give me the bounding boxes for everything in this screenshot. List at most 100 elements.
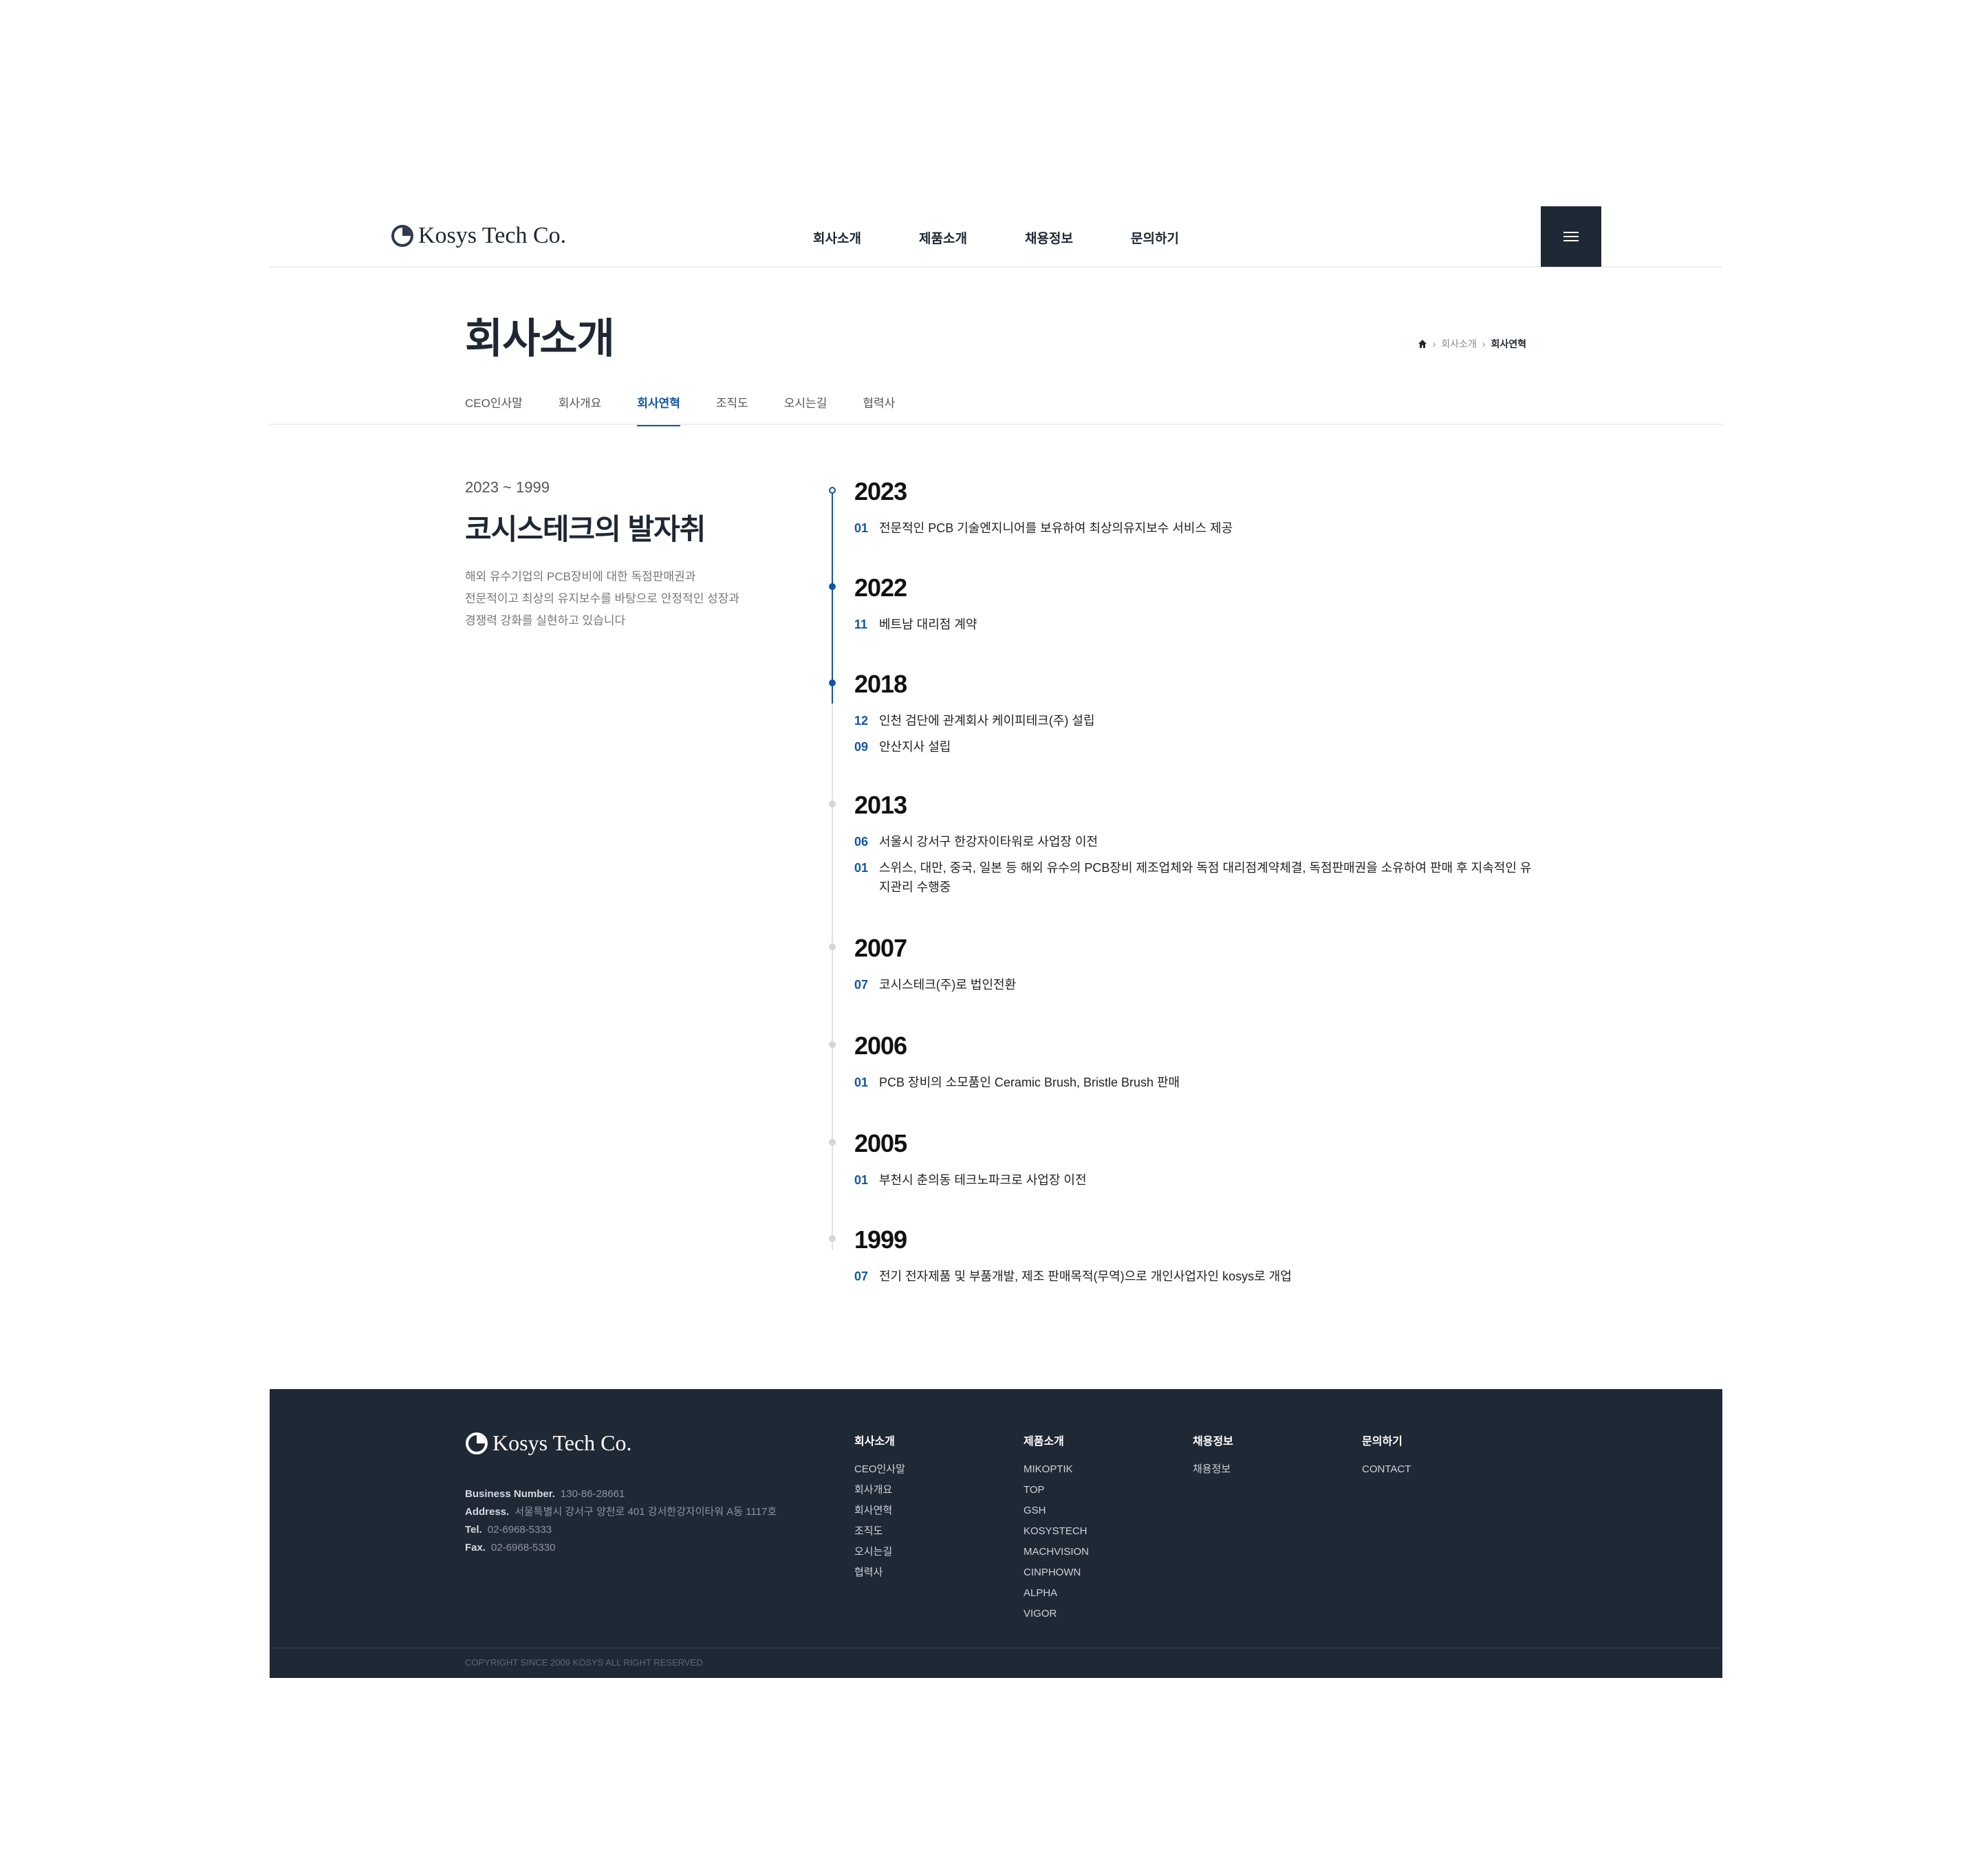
timeline-month: 06: [854, 835, 869, 849]
timeline-entries: 01 부천시 춘의동 테크노파크로 사업장 이전: [854, 1170, 1542, 1197]
address: 서울특별시 강서구 양천로 401 강서한강자이타워 A동 1117호: [515, 1506, 777, 1518]
footer-column-title: 제품소개: [1024, 1436, 1064, 1448]
timeline-entry: 11 베트남 대리점 계약: [854, 615, 1542, 634]
subnav-ceo[interactable]: CEO인사말: [465, 393, 523, 426]
timeline-dot-icon: [829, 1235, 836, 1242]
fax: 02-6968-5330: [491, 1542, 556, 1553]
logo-mark-icon: [391, 225, 413, 247]
logo-mark-icon: [466, 1432, 488, 1454]
chevron-right-icon: ›: [1432, 338, 1436, 349]
timeline-entries: 11 베트남 대리점 계약: [854, 615, 1542, 641]
nav-contact[interactable]: 문의하기: [1131, 228, 1237, 247]
timeline-month: 07: [854, 1269, 869, 1283]
company-info: Business Number. 130-86-28661 Address. 서울특…: [465, 1485, 777, 1557]
timeline-year: 2023: [854, 477, 907, 505]
footer-logo[interactable]: Kosys Tech Co.: [465, 1430, 632, 1456]
subnav-organization[interactable]: 조직도: [716, 393, 748, 426]
nav-recruit[interactable]: 채용정보: [1025, 228, 1131, 247]
footer-link[interactable]: 오시는길: [854, 1542, 905, 1562]
footer-link[interactable]: TOP: [1024, 1480, 1089, 1501]
breadcrumb-parent[interactable]: 회사소개: [1441, 337, 1477, 351]
timeline-year: 2022: [854, 574, 907, 602]
breadcrumb: › 회사소개 › 회사연혁: [1418, 337, 1526, 351]
footer-link[interactable]: 회사개요: [854, 1480, 905, 1501]
business-number: 130-86-28661: [560, 1488, 625, 1500]
footer-link[interactable]: 채용정보: [1193, 1459, 1233, 1480]
footer-column-products: 제품소개 MIKOPTIK TOP GSH KOSYSTECH MACHVISI…: [1024, 1432, 1089, 1624]
timeline-entry: 12 인천 검단에 관계회사 케이피테크(주) 설립: [854, 711, 1542, 730]
timeline-dot-icon: [829, 487, 836, 494]
timeline-entry: 01 전문적인 PCB 기술엔지니어를 보유하여 최상의유지보수 서비스 제공: [854, 519, 1542, 538]
footer-column-contact: 문의하기 CONTACT: [1362, 1432, 1411, 1480]
timeline-text: 인천 검단에 관계회사 케이피테크(주) 설립: [879, 714, 1095, 728]
timeline-month: 12: [854, 714, 869, 728]
nav-products[interactable]: 제품소개: [919, 228, 1025, 247]
footer-link[interactable]: VIGOR: [1024, 1604, 1089, 1624]
timeline-entry: 01 부천시 춘의동 테크노파크로 사업장 이전: [854, 1170, 1542, 1190]
footer-link[interactable]: MIKOPTIK: [1024, 1459, 1089, 1480]
timeline-year: 2005: [854, 1129, 907, 1157]
nav-company[interactable]: 회사소개: [813, 228, 919, 247]
timeline-year: 2018: [854, 670, 907, 698]
timeline-entry: 01 PCB 장비의 소모품인 Ceramic Brush, Bristle Br…: [854, 1073, 1542, 1092]
timeline-text: 서울시 강서구 한강자이타워로 사업장 이전: [879, 835, 1098, 849]
footer-link[interactable]: KOSYSTECH: [1024, 1521, 1089, 1542]
business-number-label: Business Number.: [465, 1488, 555, 1500]
page-frame: Kosys Tech Co. 회사소개 제품소개 채용정보 문의하기 회사소개 …: [270, 206, 1722, 1283]
timeline-month: 11: [854, 618, 868, 631]
timeline-entries: 12 인천 검단에 관계회사 케이피테크(주) 설립 09 안산지사 설립: [854, 711, 1542, 763]
logo[interactable]: Kosys Tech Co.: [391, 223, 566, 249]
timeline-month: 01: [854, 1173, 869, 1187]
timeline-text: 베트남 대리점 계약: [879, 618, 977, 631]
footer-link[interactable]: 조직도: [854, 1521, 905, 1542]
footer-column-title: 문의하기: [1362, 1436, 1403, 1448]
site-footer: Kosys Tech Co. Business Number. 130-86-28…: [270, 1389, 1722, 1678]
timeline-month: 01: [854, 521, 869, 535]
timeline-dot-icon: [829, 1041, 836, 1048]
subnav-partners[interactable]: 협력사: [863, 393, 895, 426]
history-description-line: 전문적이고 최상의 유지보수를 바탕으로 안정적인 성장과: [465, 592, 739, 605]
footer-column-recruit: 채용정보 채용정보: [1193, 1432, 1233, 1480]
footer-column-title: 회사소개: [854, 1436, 895, 1448]
history-title: 코시스테크의 발자취: [465, 513, 706, 545]
timeline-text: PCB 장비의 소모품인 Ceramic Brush, Bristle Brus…: [879, 1076, 1180, 1089]
sub-nav: CEO인사말 회사개요 회사연혁 조직도 오시는길 협력사: [465, 393, 931, 426]
timeline-dot-icon: [829, 1139, 836, 1146]
history-description-line: 경쟁력 강화를 실현하고 있습니다: [465, 614, 626, 627]
subnav-location[interactable]: 오시는길: [784, 393, 827, 426]
footer-link[interactable]: CINPHOWN: [1024, 1562, 1089, 1583]
timeline-entries: 07 코시스테크(주)로 법인전환: [854, 975, 1542, 1001]
footer-link[interactable]: MACHVISION: [1024, 1542, 1089, 1562]
timeline-entry: 07 코시스테크(주)로 법인전환: [854, 975, 1542, 994]
footer-column-company: 회사소개 CEO인사말 회사개요 회사연혁 조직도 오시는길 협력사: [854, 1432, 905, 1583]
subnav-history[interactable]: 회사연혁: [637, 393, 680, 426]
footer-logo-text: Kosys Tech Co.: [492, 1430, 632, 1455]
timeline-dot-icon: [829, 800, 836, 807]
timeline-text: 전기 전자제품 및 부품개발, 제조 판매목적(무역)으로 개인사업자인 kos…: [879, 1269, 1292, 1283]
fax-label: Fax.: [465, 1542, 486, 1553]
footer-link[interactable]: 협력사: [854, 1562, 905, 1583]
timeline-dot-icon: [829, 583, 836, 590]
footer-link[interactable]: GSH: [1024, 1501, 1089, 1521]
timeline-entries: 06 서울시 강서구 한강자이타워로 사업장 이전 01 스위스, 대만, 중국, 일…: [854, 832, 1542, 904]
timeline-dot-icon: [829, 944, 836, 950]
timeline-entries: 07 전기 전자제품 및 부품개발, 제조 판매목적(무역)으로 개인사업자인 k…: [854, 1267, 1542, 1293]
timeline-month: 01: [854, 1076, 869, 1089]
footer-link[interactable]: ALPHA: [1024, 1583, 1089, 1604]
menu-button[interactable]: [1541, 206, 1601, 267]
timeline-month: 07: [854, 978, 869, 992]
timeline-year: 2013: [854, 791, 907, 819]
timeline-text: 부천시 춘의동 테크노파크로 사업장 이전: [879, 1173, 1087, 1187]
subnav-overview[interactable]: 회사개요: [559, 393, 602, 426]
history-description: 해외 유수기업의 PCB장비에 대한 독점판매권과 전문적이고 최상의 유지보수…: [465, 566, 781, 632]
footer-link[interactable]: CEO인사말: [854, 1459, 905, 1480]
timeline-month: 01: [854, 861, 869, 875]
copyright: COPYRIGHT SINCE 2009 KOSYS ALL RIGHT RES…: [465, 1657, 703, 1668]
timeline-month: 09: [854, 740, 869, 754]
footer-link[interactable]: 회사연혁: [854, 1501, 905, 1521]
timeline-progress: [832, 487, 833, 704]
main-nav: 회사소개 제품소개 채용정보 문의하기: [813, 228, 1237, 247]
timeline-entry: 07 전기 전자제품 및 부품개발, 제조 판매목적(무역)으로 개인사업자인 k…: [854, 1267, 1542, 1286]
footer-link[interactable]: CONTACT: [1362, 1459, 1411, 1480]
home-icon[interactable]: [1418, 339, 1427, 349]
